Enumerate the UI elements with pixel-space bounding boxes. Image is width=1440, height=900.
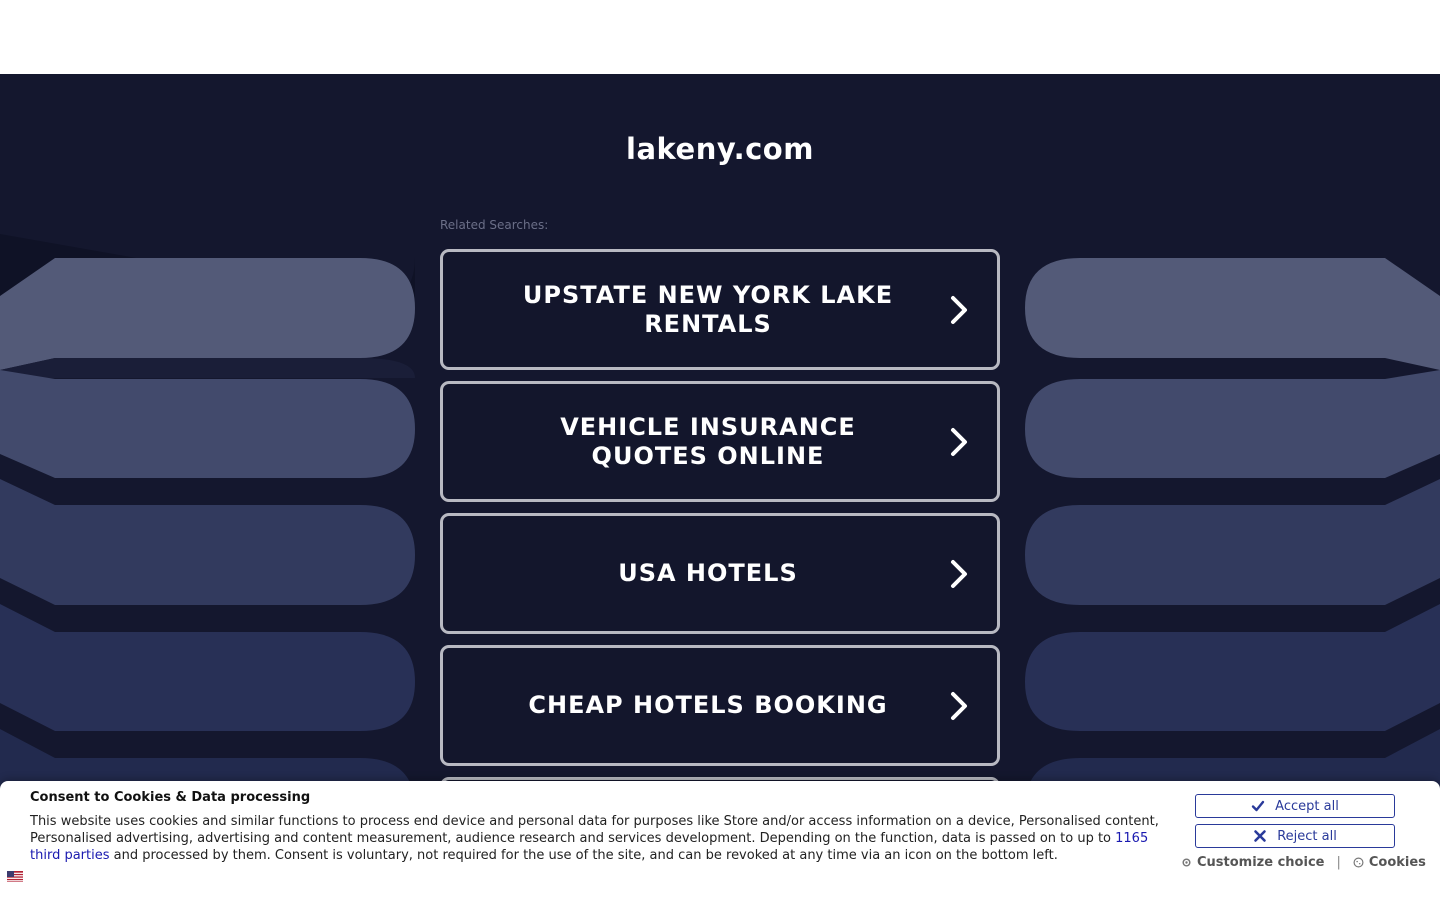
search-button-vehicle-insurance[interactable]: VEHICLE INSURANCE QUOTES ONLINE	[440, 381, 1000, 502]
search-button-upstate-lake-rentals[interactable]: UPSTATE NEW YORK LAKE RENTALS	[440, 249, 1000, 370]
parking-page: lakeny.com Related Searches: UPSTATE NEW…	[0, 74, 1440, 900]
cookies-link[interactable]: Cookies	[1353, 855, 1426, 870]
accept-all-label: Accept all	[1275, 798, 1339, 814]
chevron-right-icon	[951, 295, 967, 324]
cookies-label: Cookies	[1368, 855, 1426, 870]
check-icon	[1251, 800, 1265, 812]
search-button-label: UPSTATE NEW YORK LAKE RENTALS	[522, 280, 894, 338]
consent-text-after: and processed by them. Consent is volunt…	[109, 848, 1058, 863]
consent-text-before: This website uses cookies and similar fu…	[30, 814, 1159, 846]
customize-choice-link[interactable]: Customize choice	[1181, 855, 1324, 870]
search-button-label: VEHICLE INSURANCE QUOTES ONLINE	[560, 412, 856, 470]
search-button-label: CHEAP HOTELS BOOKING	[528, 691, 888, 719]
gear-icon	[1182, 858, 1191, 867]
chevron-right-icon	[951, 691, 967, 720]
search-button-label: USA HOTELS	[618, 559, 798, 587]
search-button-usa-hotels[interactable]: USA HOTELS	[440, 513, 1000, 634]
chevron-right-icon	[951, 559, 967, 588]
x-icon	[1254, 830, 1266, 842]
flag-icon[interactable]	[7, 871, 23, 882]
reject-all-button[interactable]: Reject all	[1195, 824, 1395, 848]
domain-title: lakeny.com	[626, 132, 814, 166]
search-button-cheap-hotels[interactable]: CHEAP HOTELS BOOKING	[440, 645, 1000, 766]
consent-text: This website uses cookies and similar fu…	[30, 813, 1162, 864]
link-separator: |	[1336, 855, 1341, 870]
related-searches-label: Related Searches:	[440, 218, 549, 232]
reject-all-label: Reject all	[1277, 828, 1337, 844]
consent-title: Consent to Cookies & Data processing	[30, 790, 311, 805]
accept-all-button[interactable]: Accept all	[1195, 794, 1395, 818]
cookie-icon	[1353, 857, 1364, 868]
consent-links: Customize choice | Cookies	[1181, 855, 1426, 870]
top-bar	[0, 0, 1440, 74]
cookie-consent-banner: Consent to Cookies & Data processing Thi…	[0, 781, 1440, 900]
chevron-right-icon	[951, 427, 967, 456]
customize-choice-label: Customize choice	[1197, 855, 1325, 870]
